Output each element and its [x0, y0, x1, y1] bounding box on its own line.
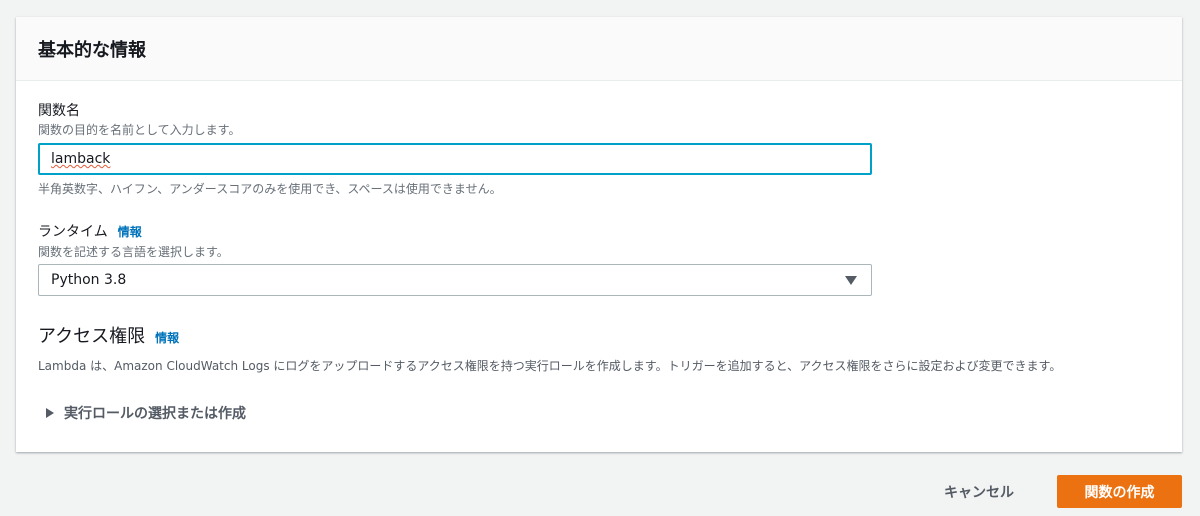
permissions-title-row: アクセス権限 情報 [38, 322, 179, 348]
permissions-title: アクセス権限 [38, 326, 146, 347]
cancel-button[interactable]: キャンセル [944, 482, 1014, 502]
panel-header: 基本的な情報 [16, 17, 1182, 81]
runtime-label-row: ランタイム 情報 [38, 221, 142, 241]
basic-info-panel: 基本的な情報 関数名 関数の目的を名前として入力します。 lamback 半角英… [16, 17, 1182, 452]
create-function-button[interactable]: 関数の作成 [1057, 475, 1182, 508]
caret-right-icon [46, 408, 54, 418]
function-name-label: 関数名 [38, 103, 80, 119]
runtime-label: ランタイム [38, 224, 108, 240]
function-name-hint: 半角英数字、ハイフン、アンダースコアのみを使用でき、スペースは使用できません。 [38, 182, 502, 196]
function-name-input[interactable]: lamback [38, 143, 872, 175]
function-name-value: lamback [51, 151, 111, 167]
section-title: 基本的な情報 [38, 39, 146, 61]
caret-down-icon [845, 276, 857, 285]
permissions-description: Lambda は、Amazon CloudWatch Logs にログをアップロ… [38, 359, 1062, 373]
runtime-value: Python 3.8 [51, 272, 127, 288]
runtime-info-link[interactable]: 情報 [118, 225, 142, 239]
runtime-select[interactable]: Python 3.8 [38, 264, 872, 296]
function-name-description: 関数の目的を名前として入力します。 [38, 123, 241, 137]
expander-label: 実行ロールの選択または作成 [64, 406, 246, 422]
permissions-info-link[interactable]: 情報 [155, 331, 179, 345]
execution-role-expander[interactable]: 実行ロールの選択または作成 [38, 403, 246, 423]
runtime-description: 関数を記述する言語を選択します。 [38, 245, 229, 259]
